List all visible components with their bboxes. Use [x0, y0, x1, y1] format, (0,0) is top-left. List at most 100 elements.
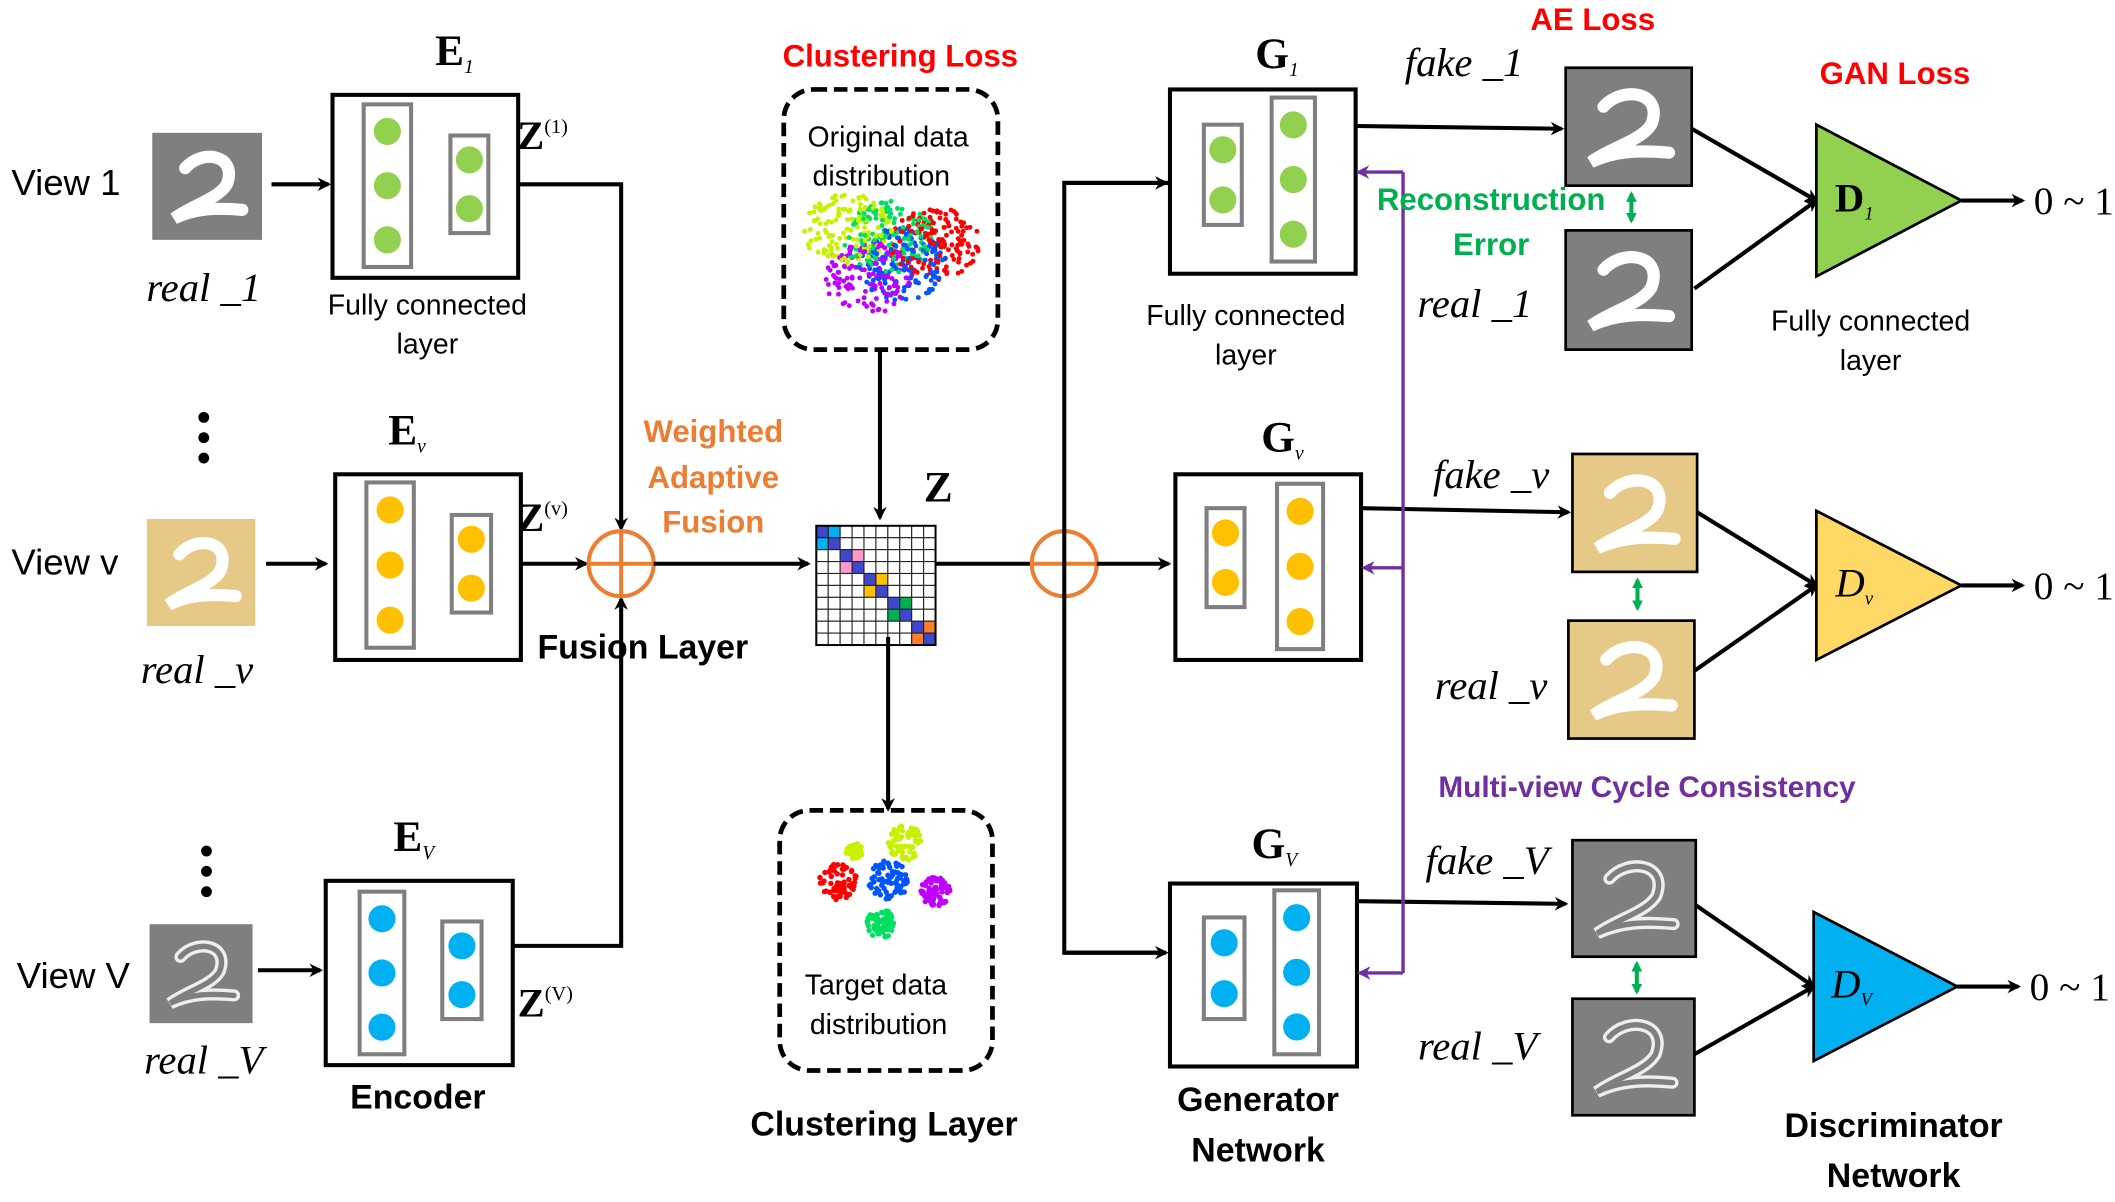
scatter-point	[833, 217, 839, 223]
matrix-cell	[887, 525, 901, 539]
scatter-point	[830, 233, 836, 239]
scatter-point	[864, 279, 870, 285]
scatter-point	[821, 878, 827, 884]
gan-loss-label: GAN Loss	[1820, 56, 1971, 91]
scatter-point	[899, 218, 905, 223]
matrix-cell	[875, 525, 889, 539]
matrix-cell	[899, 620, 913, 634]
generated-image-2	[1571, 452, 1699, 574]
scatter-point	[905, 236, 911, 242]
scatter-point	[877, 241, 883, 247]
scatter-point	[953, 246, 959, 252]
z-superscript: (1)	[544, 116, 568, 138]
scatter-point	[924, 251, 930, 257]
fc-layer-label: Fully connected	[328, 289, 527, 321]
latent-z-label: Z(v)	[517, 495, 568, 540]
matrix-cell	[923, 596, 937, 610]
encoder-box-1	[330, 92, 521, 280]
neuron-node	[368, 959, 396, 987]
scatter-point	[925, 224, 931, 230]
scatter-point	[867, 260, 873, 266]
scatter-point	[905, 259, 911, 264]
scatter-point	[852, 848, 859, 855]
scatter-point	[880, 916, 887, 922]
scatter-point	[884, 250, 890, 256]
scatter-point	[821, 247, 827, 253]
scatter-point	[902, 872, 909, 878]
scatter-point	[842, 242, 848, 248]
z-main: Z	[517, 495, 544, 540]
scatter-point	[919, 882, 926, 888]
scatter-point	[931, 220, 936, 226]
neuron-node	[457, 525, 485, 553]
matrix-cell	[887, 596, 901, 610]
scatter-point	[891, 220, 897, 226]
scatter-point	[862, 249, 868, 255]
scatter-point	[832, 193, 838, 198]
scatter-point	[813, 236, 819, 242]
real-to-discriminator-arrow	[1693, 198, 1819, 291]
scatter-point	[915, 253, 921, 259]
scatter-point	[870, 308, 876, 314]
matrix-cell	[899, 537, 913, 551]
scatter-point	[827, 889, 833, 896]
scatter-point	[937, 215, 943, 221]
matrix-cell	[899, 632, 913, 646]
scatter-point	[877, 862, 884, 868]
scatter-point	[834, 880, 841, 886]
scatter-point	[892, 290, 897, 296]
neuron-node	[1286, 497, 1314, 525]
scatter-point	[821, 888, 828, 895]
scatter-point	[961, 220, 967, 226]
scatter-point	[802, 228, 807, 234]
ae-loss-label: AE Loss	[1530, 2, 1655, 37]
scatter-point	[901, 889, 907, 895]
real-label: real _V	[1418, 1024, 1541, 1069]
scatter-point	[822, 227, 828, 233]
generator-label-main: G	[1251, 820, 1285, 868]
generator-label-sub: v	[1295, 443, 1304, 464]
scatter-point	[852, 854, 858, 861]
neuron-node	[1209, 136, 1237, 164]
scatter-point	[942, 880, 948, 886]
scatter-point	[829, 239, 835, 245]
scatter-point	[846, 303, 852, 309]
fake-to-discriminator-arrow	[1690, 126, 1819, 203]
generator-label-sub: 1	[1289, 60, 1299, 81]
generator-box-1	[1167, 87, 1358, 276]
scatter-point	[861, 211, 867, 216]
matrix-cell	[851, 561, 865, 575]
scatter-point	[908, 241, 914, 246]
scatter-point	[903, 275, 909, 281]
generator-box-2	[1173, 472, 1364, 662]
ellipsis-dot	[201, 845, 212, 857]
neuron-node	[1210, 929, 1238, 957]
scatter-point	[943, 211, 949, 217]
matrix-cell	[839, 537, 853, 551]
matrix-cell	[851, 572, 865, 586]
scatter-point	[876, 306, 882, 312]
scatter-point	[934, 876, 940, 882]
scatter-point	[899, 206, 905, 212]
scatter-point	[920, 265, 925, 271]
image-background	[1564, 229, 1694, 351]
scatter-point	[928, 875, 935, 881]
real-label: real _v	[141, 647, 254, 692]
target-distribution-label: Target data	[805, 970, 947, 1002]
scatter-point	[934, 208, 940, 214]
scatter-point	[866, 927, 872, 934]
matrix-cell	[899, 525, 913, 539]
matrix-cell	[815, 620, 829, 634]
scatter-point	[885, 861, 892, 867]
matrix-cell	[839, 549, 853, 563]
scatter-point	[941, 239, 947, 245]
matrix-cell	[851, 632, 865, 646]
generator-box-3	[1167, 881, 1360, 1069]
scatter-point	[878, 909, 885, 916]
matrix-cell	[851, 596, 865, 610]
scatter-point	[829, 247, 834, 253]
matrix-cell	[875, 608, 889, 622]
scatter-point	[873, 208, 879, 214]
scatter-point	[852, 875, 858, 882]
image-background	[1571, 997, 1696, 1117]
